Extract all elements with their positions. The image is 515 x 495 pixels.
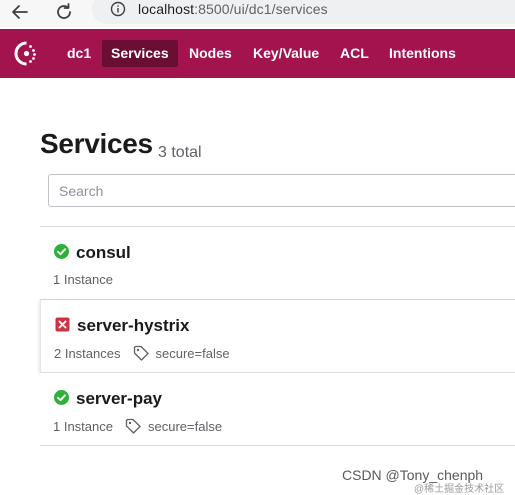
passing-check-icon [54, 244, 69, 259]
url-host: localhost [138, 1, 195, 17]
passing-check-icon [54, 390, 69, 405]
reload-icon[interactable] [52, 0, 76, 24]
service-meta: 1 Instance secure=false [53, 418, 222, 434]
nav-nodes[interactable]: Nodes [180, 40, 241, 67]
service-name[interactable]: server-pay [76, 389, 162, 409]
address-bar[interactable]: localhost:8500/ui/dc1/services [92, 0, 515, 24]
service-row-server-pay[interactable]: server-pay 1 Instance secure=false [40, 373, 515, 446]
search-input[interactable] [48, 174, 515, 207]
consul-logo-icon[interactable] [14, 41, 39, 66]
service-meta: 2 Instances secure=false [54, 345, 230, 361]
nav-services[interactable]: Services [102, 40, 178, 67]
instance-count: 1 Instance [53, 272, 113, 287]
service-row-server-hystrix[interactable]: server-hystrix 2 Instances secure=false [40, 300, 515, 373]
service-name[interactable]: server-hystrix [77, 316, 189, 336]
top-navigation: dc1 Services Nodes Key/Value ACL Intenti… [0, 29, 515, 78]
service-meta: 1 Instance [53, 272, 113, 287]
tag-icon [133, 345, 149, 361]
service-tag: secure=false [155, 345, 230, 361]
watermark-small: @稀土掘金技术社区 [414, 484, 505, 495]
nav-datacenter[interactable]: dc1 [58, 40, 100, 67]
url-path: :8500/ui/dc1/services [194, 1, 328, 17]
critical-x-icon [55, 317, 70, 332]
instance-count: 1 Instance [53, 418, 113, 434]
page-title: Services [40, 128, 153, 159]
nav-acl[interactable]: ACL [331, 40, 378, 67]
instance-count: 2 Instances [54, 345, 121, 361]
service-name[interactable]: consul [76, 243, 131, 263]
service-count: 3 total [158, 144, 202, 161]
service-row-consul[interactable]: consul 1 Instance [40, 227, 515, 300]
service-tag: secure=false [148, 418, 223, 434]
nav-key-value[interactable]: Key/Value [244, 40, 328, 67]
back-arrow-icon[interactable] [8, 0, 32, 24]
url-text: localhost:8500/ui/dc1/services [138, 1, 328, 17]
nav-intentions[interactable]: Intentions [380, 40, 465, 67]
tag-icon [125, 418, 141, 434]
info-icon[interactable] [110, 1, 126, 17]
browser-toolbar: localhost:8500/ui/dc1/services [0, 0, 515, 27]
